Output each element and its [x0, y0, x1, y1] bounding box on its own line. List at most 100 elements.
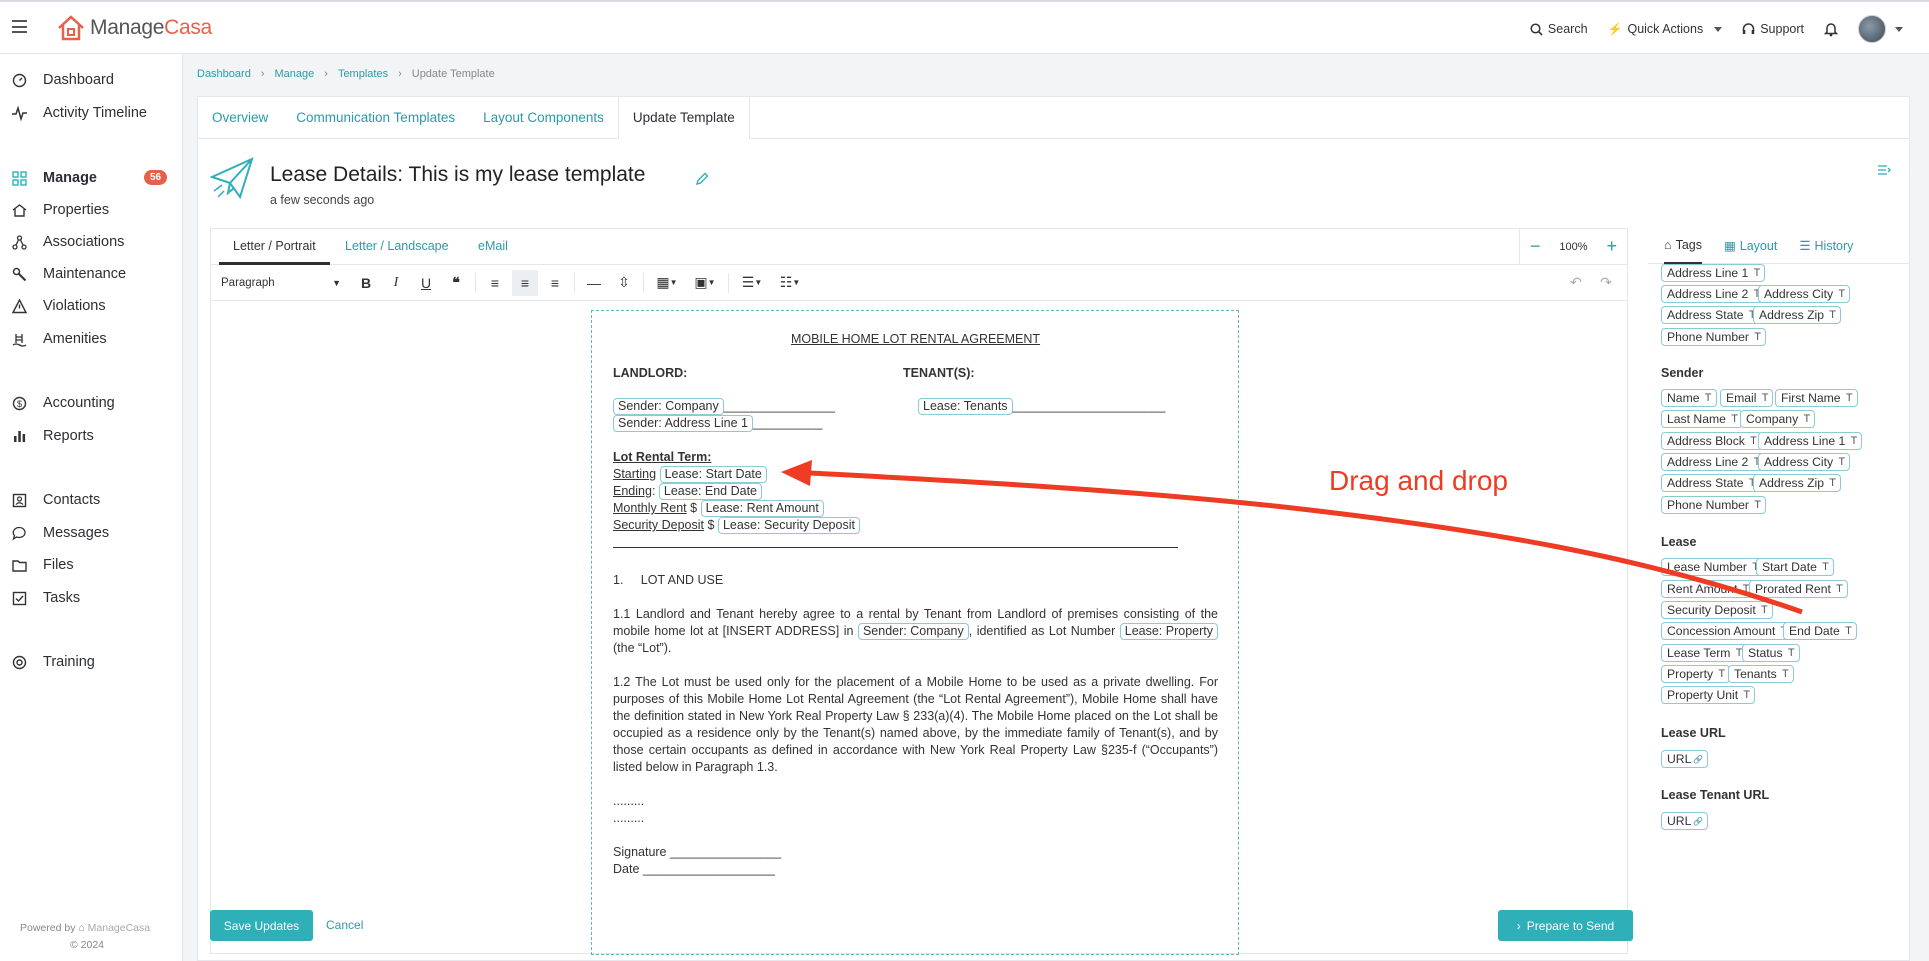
numbered-list-button[interactable]: ☰ ▼ [735, 270, 769, 296]
tag-item[interactable]: Address Line 2 [1661, 453, 1766, 471]
breadcrumb-dashboard[interactable]: Dashboard [197, 68, 251, 80]
sidebar-item-accounting[interactable]: $ Accounting [0, 389, 183, 417]
prepare-to-send-button[interactable]: › Prepare to Send [1498, 910, 1633, 941]
tab-overview[interactable]: Overview [198, 97, 282, 139]
page-break-button[interactable]: ⇳ [611, 270, 637, 296]
cancel-button[interactable]: Cancel [326, 918, 363, 932]
tag-item[interactable]: Lease Number [1661, 558, 1764, 576]
tag-item[interactable]: Concession Amount [1661, 622, 1793, 640]
tag-chip[interactable]: Lease: Rent Amount [700, 500, 824, 517]
quick-actions-button[interactable]: ⚡ Quick Actions [1608, 22, 1723, 36]
align-center-button[interactable]: ≡ [512, 269, 538, 296]
underline-button[interactable]: U [413, 270, 439, 296]
tag-chip[interactable]: Sender: Company [613, 398, 724, 415]
sidebar-item-activity-timeline[interactable]: Activity Timeline [0, 99, 183, 127]
bullet-list-button[interactable]: ☷ ▼ [773, 270, 807, 296]
sidebar-item-tasks[interactable]: Tasks [0, 584, 183, 612]
tag-item[interactable]: Address State [1661, 474, 1761, 492]
tag-item[interactable]: Phone Number [1661, 328, 1766, 346]
tag-item[interactable]: Address Block [1661, 432, 1762, 450]
align-left-button[interactable]: ≡ [482, 270, 508, 296]
tag-item[interactable]: Company [1740, 410, 1816, 428]
tag-item[interactable]: URL [1661, 750, 1709, 768]
pencil-icon[interactable] [695, 172, 709, 186]
bell-icon[interactable] [1824, 22, 1838, 37]
save-updates-button[interactable]: Save Updates [210, 910, 313, 941]
tag-chip[interactable]: Sender: Company [857, 623, 969, 640]
tab-letter-portrait[interactable]: Letter / Portrait [219, 229, 330, 265]
document-page[interactable]: MOBILE HOME LOT RENTAL AGREEMENT LANDLOR… [591, 310, 1239, 955]
zoom-out-button[interactable]: − [1530, 236, 1541, 257]
tag-item[interactable]: Email [1720, 389, 1774, 407]
tag-item[interactable]: Address City [1758, 285, 1851, 303]
italic-button[interactable]: I [383, 270, 409, 296]
tag-item[interactable]: End Date [1783, 622, 1857, 640]
tag-chip[interactable]: Sender: Address Line 1 [613, 415, 753, 432]
tag-item[interactable]: Name [1661, 389, 1717, 407]
search-button[interactable]: Search [1530, 22, 1588, 36]
sidebar-item-amenities[interactable]: Amenities [0, 325, 183, 353]
sidebar-item-manage[interactable]: Manage 56 [0, 164, 183, 192]
tag-chip[interactable]: Lease: Tenants [918, 398, 1013, 415]
logo[interactable]: ManageCasa [56, 14, 212, 42]
tag-chip[interactable]: Lease: Property [1119, 623, 1218, 640]
sidebar-item-files[interactable]: Files [0, 551, 183, 579]
sidebar-item-reports[interactable]: Reports [0, 422, 183, 450]
tag-item[interactable]: First Name [1775, 389, 1858, 407]
tag-item[interactable]: Start Date [1756, 558, 1834, 576]
tag-item[interactable]: Phone Number [1661, 496, 1766, 514]
tag-item[interactable]: Security Deposit [1661, 601, 1773, 619]
tab-tags[interactable]: ⌂ Tags [1664, 228, 1702, 264]
zoom-in-button[interactable]: + [1606, 236, 1617, 257]
tab-letter-landscape[interactable]: Letter / Landscape [345, 229, 449, 265]
tab-layout-components[interactable]: Layout Components [469, 97, 618, 139]
breadcrumb-templates[interactable]: Templates [338, 68, 388, 80]
sidebar-item-contacts[interactable]: Contacts [0, 486, 183, 514]
paragraph-style-select[interactable]: Paragraph ▼ [221, 270, 341, 296]
tag-item[interactable]: Address Line 1 [1661, 264, 1766, 282]
sidebar-item-associations[interactable]: Associations [0, 228, 183, 256]
tag-item[interactable]: Address State [1661, 306, 1761, 324]
tag-item[interactable]: Tenants [1728, 665, 1794, 683]
sidebar-item-maintenance[interactable]: Maintenance [0, 260, 183, 288]
image-button[interactable]: ▣ ▼ [688, 270, 722, 296]
breadcrumb-manage[interactable]: Manage [275, 68, 315, 80]
tag-chip[interactable]: Lease: Start Date [659, 466, 767, 483]
bold-button[interactable]: B [353, 270, 379, 296]
tag-item[interactable]: Prorated Rent [1749, 580, 1848, 598]
sidebar-item-messages[interactable]: Messages [0, 519, 183, 547]
tab-update-template[interactable]: Update Template [617, 97, 750, 139]
sidebar-item-dashboard[interactable]: Dashboard [0, 66, 183, 94]
support-button[interactable]: Support [1742, 22, 1804, 36]
tag-item[interactable]: Property Unit [1661, 686, 1756, 704]
tag-item[interactable]: Address City [1758, 453, 1851, 471]
sidebar-item-properties[interactable]: Properties [0, 196, 183, 224]
tag-chip[interactable]: Lease: Security Deposit [717, 517, 860, 534]
redo-icon[interactable]: ↷ [1593, 270, 1619, 296]
tag-item[interactable]: Lease Term [1661, 644, 1748, 662]
sidebar-item-violations[interactable]: Violations [0, 292, 183, 320]
tab-layout[interactable]: ▦ Layout [1724, 238, 1777, 254]
collapse-panel-icon[interactable] [1877, 163, 1891, 177]
tag-chip[interactable]: Lease: End Date [658, 483, 763, 500]
sidebar-item-training[interactable]: Training [0, 648, 183, 676]
tag-item[interactable]: Address Line 2 [1661, 285, 1766, 303]
align-right-button[interactable]: ≡ [542, 270, 568, 296]
tag-item[interactable]: Rent Amount [1661, 580, 1755, 598]
user-menu[interactable] [1858, 15, 1903, 43]
tag-item[interactable]: Address Zip [1753, 474, 1842, 492]
tag-item[interactable]: Address Zip [1753, 306, 1842, 324]
tag-item[interactable]: URL [1661, 812, 1709, 830]
undo-icon[interactable]: ↶ [1563, 270, 1589, 296]
tag-item[interactable]: Property [1661, 665, 1731, 683]
tag-item[interactable]: Last Name [1661, 410, 1743, 428]
tag-item[interactable]: Status [1742, 644, 1800, 662]
tab-communication-templates[interactable]: Communication Templates [282, 97, 469, 139]
tab-history[interactable]: ☰ History [1799, 238, 1853, 254]
blockquote-button[interactable]: ❝ [443, 270, 469, 296]
tab-email[interactable]: eMail [478, 229, 508, 265]
table-button[interactable]: ▦ ▼ [650, 270, 684, 296]
tag-item[interactable]: Address Line 1 [1758, 432, 1863, 450]
menu-icon[interactable] [12, 20, 27, 33]
horizontal-line-button[interactable]: — [581, 270, 607, 296]
